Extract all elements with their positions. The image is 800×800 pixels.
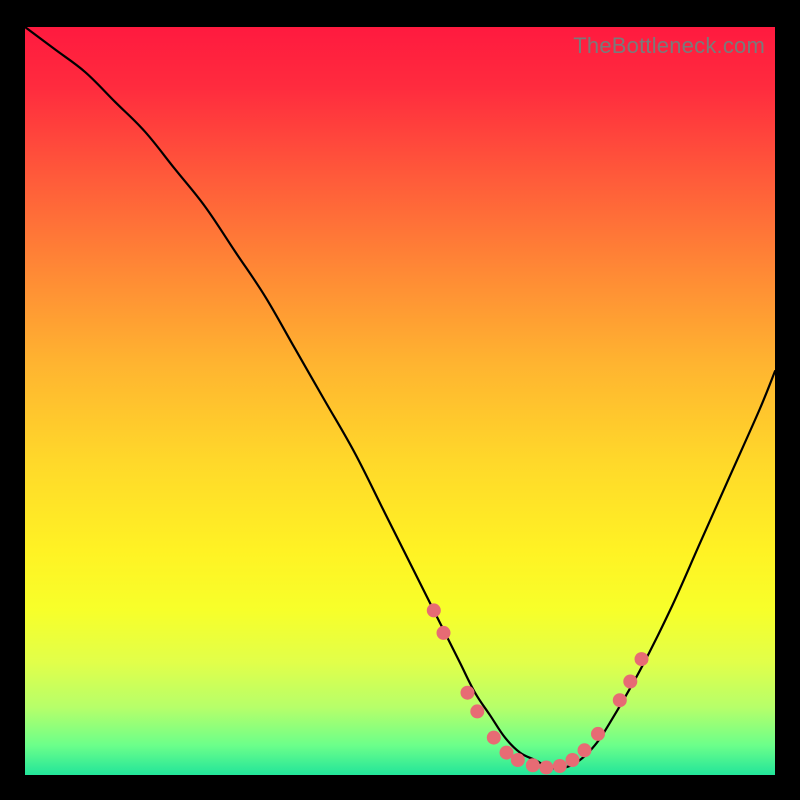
watermark-text: TheBottleneck.com bbox=[573, 33, 765, 59]
chart-plot-area: TheBottleneck.com bbox=[25, 27, 775, 775]
curve-dot bbox=[591, 727, 605, 741]
curve-dot bbox=[623, 675, 637, 689]
curve-dot bbox=[539, 761, 553, 775]
curve-dot bbox=[553, 759, 567, 773]
curve-dot bbox=[427, 603, 441, 617]
curve-dot bbox=[470, 704, 484, 718]
curve-dot bbox=[635, 652, 649, 666]
curve-dot bbox=[487, 731, 501, 745]
curve-dot bbox=[461, 686, 475, 700]
curve-dot bbox=[578, 743, 592, 757]
curve-dot bbox=[566, 753, 580, 767]
curve-dot bbox=[613, 693, 627, 707]
chart-svg bbox=[25, 27, 775, 775]
curve-dot bbox=[511, 753, 525, 767]
curve-dot bbox=[526, 758, 540, 772]
curve-highlight-dots bbox=[427, 603, 649, 774]
curve-dot bbox=[437, 626, 451, 640]
bottleneck-curve bbox=[25, 27, 775, 769]
